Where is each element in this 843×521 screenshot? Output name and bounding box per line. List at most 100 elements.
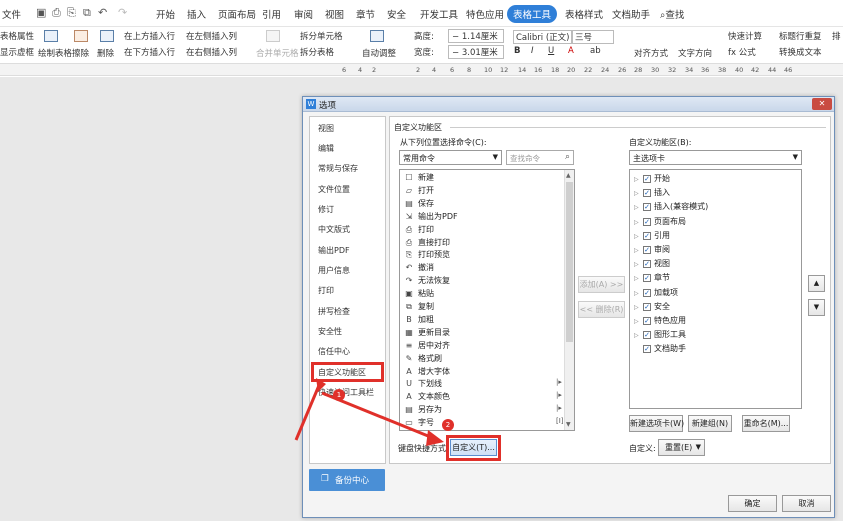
nav-item-edit[interactable]: 编辑 (318, 143, 334, 154)
command-item[interactable]: ⎘ 打印预览 (404, 249, 450, 262)
align-button[interactable]: 对齐方式 (634, 47, 668, 59)
reset-select[interactable]: 重置(E) ▼ (658, 439, 705, 456)
command-item[interactable]: ▣ 粘贴 (404, 288, 434, 301)
tab-page-layout[interactable]: 页面布局 (218, 7, 256, 21)
italic-icon[interactable]: I (531, 46, 534, 56)
ribbon-tab-item[interactable]: ▷ ✓ 引用 (634, 230, 670, 243)
rename-button[interactable]: 重命名(M)... (742, 415, 790, 432)
tab-checkbox[interactable]: ✓ (643, 189, 651, 198)
choose-from-select[interactable]: 常用命令 ▼ (399, 150, 502, 165)
table-properties-button[interactable]: 表格属性 (0, 30, 34, 42)
redo-icon[interactable]: ↷ (118, 6, 127, 19)
tab-checkbox[interactable]: ✓ (643, 231, 651, 240)
command-item[interactable]: ≡ 居中对齐 (404, 340, 450, 353)
tab-checkbox[interactable]: ✓ (643, 260, 651, 269)
command-item[interactable]: ▭ 字号 [I] (404, 417, 563, 430)
expand-triangle-icon[interactable]: ▷ (634, 275, 643, 282)
command-search-input[interactable]: 查找命令 ⌕ (506, 150, 574, 165)
tab-review[interactable]: 审阅 (294, 7, 313, 21)
expand-triangle-icon[interactable]: ▷ (634, 261, 643, 268)
tab-checkbox[interactable]: ✓ (643, 217, 651, 226)
ribbon-tab-item[interactable]: ▷ ✓ 插入(兼容模式) (634, 201, 708, 214)
tab-checkbox[interactable]: ✓ (643, 317, 651, 325)
move-down-button[interactable]: ▼ (808, 299, 825, 316)
ribbon-tab-item[interactable]: ▷ ✓ 视图 (634, 258, 670, 271)
show-gridlines-button[interactable]: 显示虚框 (0, 46, 34, 58)
tab-developer[interactable]: 开发工具 (420, 7, 458, 21)
insert-row-below-button[interactable]: 在下方插入行 (124, 46, 175, 58)
tab-security[interactable]: 安全 (387, 7, 406, 21)
file-menu[interactable]: 文件 (2, 7, 21, 21)
nav-item-print[interactable]: 打印 (318, 285, 334, 296)
expand-triangle-icon[interactable]: ▷ (634, 332, 643, 339)
command-item[interactable]: ▱ 打开 (404, 185, 434, 198)
text-direction-button[interactable]: 文字方向 (678, 47, 712, 59)
erase-button[interactable]: 擦除 (72, 47, 89, 59)
new-tab-button[interactable]: 新建选项卡(W) (629, 415, 684, 432)
add-button[interactable]: 添加(A) >> (578, 276, 625, 293)
nav-item-trust-center[interactable]: 信任中心 (318, 346, 350, 357)
ribbon-tab-item[interactable]: ▷ ✓ 加载项 (634, 287, 678, 300)
ribbon-tab-item[interactable]: ▷ ✓ 页面布局 (634, 216, 686, 229)
tab-table-style[interactable]: 表格样式 (565, 7, 603, 21)
nav-item-chinese-layout[interactable]: 中文版式 (318, 224, 350, 235)
height-input[interactable]: − 1.14厘米 (448, 29, 504, 43)
move-up-button[interactable]: ▲ (808, 275, 825, 292)
nav-item-revision[interactable]: 修订 (318, 204, 334, 215)
tab-checkbox[interactable]: ✓ (643, 203, 651, 212)
delete-button[interactable]: 删除 (97, 47, 114, 59)
cancel-button[interactable]: 取消 (782, 495, 831, 512)
command-item[interactable]: A 增大字体 (404, 366, 450, 379)
command-item[interactable]: ▤ 保存 (404, 198, 434, 211)
expand-triangle-icon[interactable]: ▷ (634, 318, 643, 325)
ribbon-tab-item[interactable]: ▷ ✓ 插入 (634, 187, 670, 200)
draw-table-button[interactable]: 绘制表格 (38, 47, 72, 59)
tab-insert[interactable]: 插入 (187, 7, 206, 21)
insert-col-right-button[interactable]: 在右侧插入列 (186, 46, 237, 58)
sort-button[interactable]: 排 (832, 30, 841, 42)
nav-item-view[interactable]: 视图 (318, 123, 334, 134)
scroll-up-icon[interactable]: ▲ (566, 172, 571, 179)
command-item[interactable]: ☐ 新建 (404, 172, 434, 185)
command-item[interactable]: B 加粗 (404, 314, 434, 327)
font-select[interactable]: Calibri (正文) (513, 30, 573, 44)
underline-icon[interactable]: U (548, 46, 554, 56)
expand-triangle-icon[interactable]: ▷ (634, 204, 643, 211)
remove-button[interactable]: << 删除(R) (578, 301, 625, 318)
ribbon-tab-item[interactable]: ▷ ✓ 图形工具 (634, 329, 686, 342)
undo-icon[interactable]: ↶ (98, 6, 107, 19)
preview-icon[interactable]: ⧉ (83, 6, 91, 20)
insert-row-above-button[interactable]: 在上方插入行 (124, 30, 175, 42)
expand-triangle-icon[interactable]: ▷ (634, 247, 643, 254)
command-item[interactable]: U 下划线 |▸ (404, 378, 562, 391)
command-list-scrollbar[interactable]: ▲ ▼ (564, 170, 574, 430)
width-input[interactable]: − 3.01厘米 (448, 45, 504, 59)
ribbon-tab-item[interactable]: ▷ ✓ 章节 (634, 272, 670, 285)
ribbon-tab-item[interactable]: ▷ ✓ 审阅 (634, 244, 670, 257)
tab-table-tools[interactable]: 表格工具 (507, 5, 558, 23)
save-icon[interactable]: ▣ (36, 6, 46, 19)
tab-checkbox[interactable]: ✓ (643, 345, 651, 354)
tab-view[interactable]: 视图 (325, 7, 344, 21)
tab-special[interactable]: 特色应用 (466, 7, 504, 21)
repeat-header-button[interactable]: 标题行重复 (779, 30, 822, 42)
command-item[interactable]: ▦ 更新目录 (404, 327, 450, 340)
split-cells-button[interactable]: 拆分单元格 (300, 30, 343, 42)
scroll-down-icon[interactable]: ▼ (566, 421, 571, 428)
tab-chapter[interactable]: 章节 (356, 7, 375, 21)
bold-icon[interactable]: B (514, 46, 520, 56)
nav-item-general-save[interactable]: 常规与保存 (318, 163, 358, 174)
expand-triangle-icon[interactable]: ▷ (634, 190, 643, 197)
command-item[interactable]: ⎙ 直接打印 (404, 237, 450, 250)
close-icon[interactable]: ✕ (812, 98, 832, 110)
ribbon-tab-item[interactable]: ▷ ✓ 特色应用 (634, 315, 686, 328)
convert-to-text-button[interactable]: 转换成文本 (779, 46, 822, 58)
backup-center-button[interactable]: ❐ 备份中心 (309, 469, 385, 491)
ok-button[interactable]: 确定 (728, 495, 777, 512)
formula-button[interactable]: fx 公式 (728, 46, 756, 58)
font-size-select[interactable]: 三号 (572, 30, 614, 44)
command-item[interactable]: ↶ 撤消 (404, 262, 434, 275)
expand-triangle-icon[interactable]: ▷ (634, 219, 643, 226)
expand-triangle-icon[interactable]: ▷ (634, 176, 643, 183)
ribbon-tab-item[interactable]: ✓ 文档助手 (634, 343, 686, 356)
